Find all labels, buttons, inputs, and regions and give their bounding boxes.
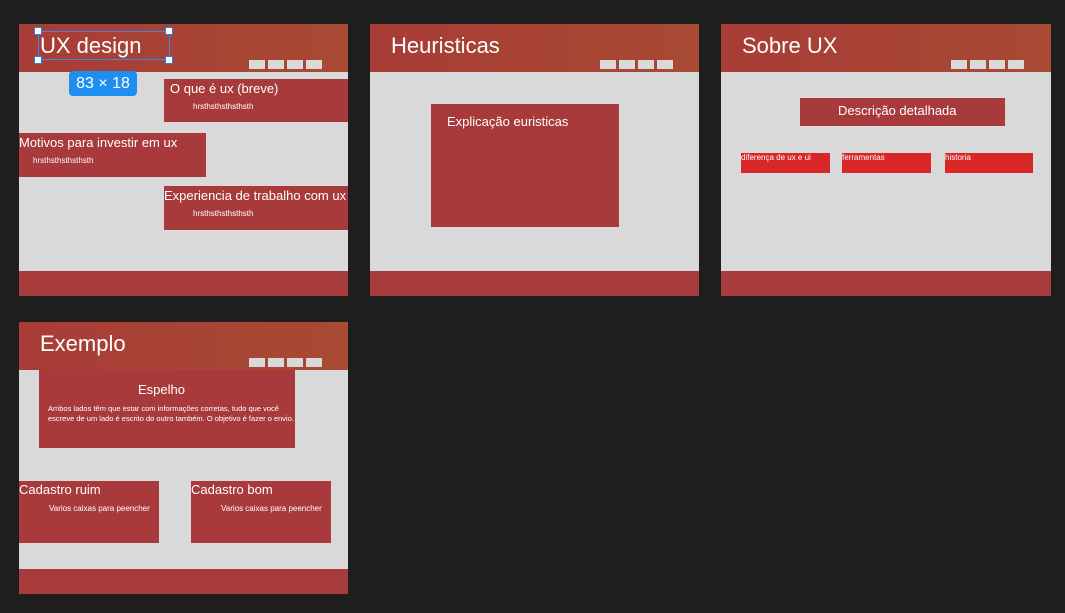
card-text: Varios caixas para peencher	[221, 504, 322, 513]
card-heading: Espelho	[138, 382, 185, 397]
resize-handle[interactable]	[34, 56, 42, 64]
card-espelho[interactable]: Espelho Ambos lados têm que estar com in…	[39, 370, 295, 448]
nav-button[interactable]	[619, 60, 635, 69]
tab-diferenca[interactable]: diferença de ux e ui	[741, 153, 830, 173]
nav-button[interactable]	[1008, 60, 1024, 69]
tab-ferramentas[interactable]: ferramentas	[842, 153, 931, 173]
nav-button[interactable]	[989, 60, 1005, 69]
card-cadastro-ruim[interactable]: Cadastro ruim Varios caixas para peenche…	[19, 481, 159, 543]
tab-historia[interactable]: historia	[945, 153, 1033, 173]
resize-handle[interactable]	[165, 27, 173, 35]
card-text: hrsthsthsthsthsth	[193, 209, 254, 218]
nav-button[interactable]	[249, 358, 265, 367]
frame-footer	[19, 271, 348, 296]
page-title: Heuristicas	[391, 33, 500, 58]
card-motivos[interactable]: Motivos para investir em ux hrsthsthsths…	[19, 133, 206, 177]
nav-button[interactable]	[249, 60, 265, 69]
card-heading: Cadastro ruim	[19, 482, 101, 497]
nav-button[interactable]	[638, 60, 654, 69]
nav-button[interactable]	[657, 60, 673, 69]
card-heading: Experiencia de trabalho com ux	[164, 188, 347, 203]
frame-ux-design[interactable]: O que é ux (breve) hrsthsthsthsthsth Mot…	[19, 24, 348, 296]
card-o-que-e-ux[interactable]: O que é ux (breve) hrsthsthsthsthsth	[164, 79, 348, 122]
card-heading: Cadastro bom	[191, 482, 273, 497]
card-descricao[interactable]: Descrição detalhada	[800, 98, 1005, 126]
page-title: Exemplo	[40, 331, 126, 356]
frame-footer	[370, 271, 699, 296]
nav-button[interactable]	[306, 358, 322, 367]
card-heading: Explicação euristicas	[447, 114, 569, 129]
frame-exemplo[interactable]: Exemplo Espelho Ambos lados têm que esta…	[19, 322, 348, 594]
nav-button[interactable]	[970, 60, 986, 69]
frame-footer	[721, 271, 1051, 296]
card-explicacao[interactable]: Explicação euristicas	[431, 104, 619, 227]
card-heading: Descrição detalhada	[838, 103, 957, 118]
card-heading: O que é ux (breve)	[170, 81, 279, 96]
card-heading: Motivos para investir em ux	[19, 135, 178, 150]
card-text: hrsthsthsthsthsth	[193, 102, 254, 111]
nav-button[interactable]	[600, 60, 616, 69]
card-text: Varios caixas para peencher	[49, 504, 150, 513]
nav-button[interactable]	[306, 60, 322, 69]
frame-heuristicas[interactable]: Heuristicas Explicação euristicas	[370, 24, 699, 296]
card-text: Ambos lados têm que estar com informaçõe…	[48, 404, 294, 423]
card-cadastro-bom[interactable]: Cadastro bom Varios caixas para peencher	[191, 481, 331, 543]
nav-button[interactable]	[268, 60, 284, 69]
card-text: hrsthsthsthsthsth	[33, 156, 94, 165]
resize-handle[interactable]	[165, 56, 173, 64]
frame-footer	[19, 569, 348, 594]
nav-button[interactable]	[268, 358, 284, 367]
page-title: Sobre UX	[742, 33, 838, 58]
nav-button[interactable]	[951, 60, 967, 69]
frame-sobre-ux[interactable]: Sobre UX Descrição detalhada diferença d…	[721, 24, 1051, 296]
nav-button[interactable]	[287, 358, 303, 367]
selection-box[interactable]	[38, 31, 170, 60]
resize-handle[interactable]	[34, 27, 42, 35]
card-experiencia[interactable]: Experiencia de trabalho com ux hrsthsths…	[164, 186, 348, 230]
dimension-badge: 83 × 18	[69, 71, 137, 96]
nav-button[interactable]	[287, 60, 303, 69]
